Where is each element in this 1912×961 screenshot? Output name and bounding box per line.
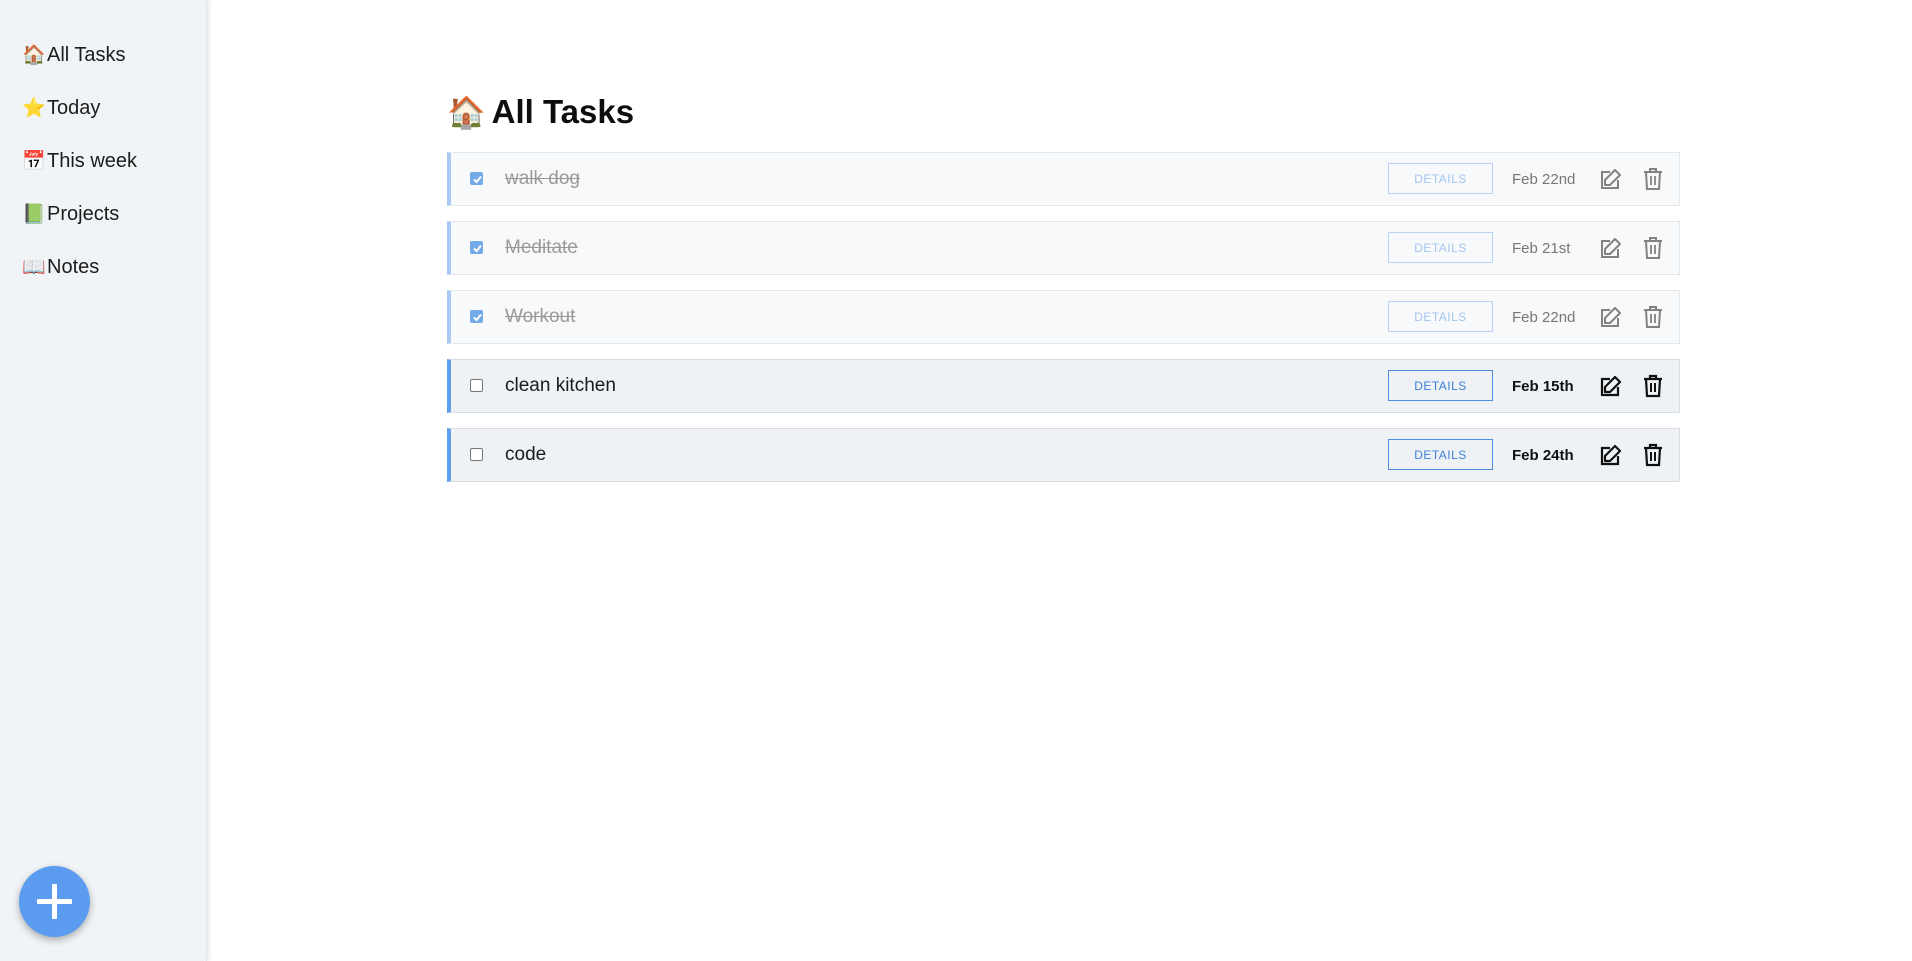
task-list: walk dog DETAILS Feb 22nd Meditate DETAI… [447, 152, 1680, 482]
sidebar-item-label: Projects [47, 203, 120, 225]
task-checkbox[interactable] [470, 310, 483, 323]
task-row: walk dog DETAILS Feb 22nd [447, 152, 1680, 206]
edit-icon[interactable] [1599, 236, 1623, 260]
green-book-icon: 📗 [22, 204, 46, 225]
edit-icon[interactable] [1599, 167, 1623, 191]
task-date: Feb 22nd [1512, 308, 1576, 326]
edit-icon[interactable] [1599, 305, 1623, 329]
open-book-icon: 📖 [22, 257, 46, 278]
sidebar-item-label: All Tasks [47, 44, 126, 66]
page-title: 🏠 All Tasks [447, 92, 1680, 132]
task-checkbox[interactable] [470, 172, 483, 185]
trash-icon[interactable] [1642, 167, 1664, 191]
sidebar-item-notes[interactable]: 📖 Notes [0, 241, 206, 294]
edit-icon[interactable] [1599, 374, 1623, 398]
sidebar-item-label: Notes [47, 256, 100, 278]
task-name: walk dog [505, 168, 580, 189]
task-checkbox[interactable] [470, 241, 483, 254]
task-checkbox[interactable] [470, 448, 483, 461]
task-date: Feb 24th [1512, 446, 1574, 464]
task-row: clean kitchen DETAILS Feb 15th [447, 359, 1680, 413]
calendar-icon: 📅 [22, 151, 46, 172]
house-icon: 🏠 [447, 94, 486, 130]
task-row: code DETAILS Feb 24th [447, 428, 1680, 482]
edit-icon[interactable] [1599, 443, 1623, 467]
sidebar-item-label: This week [47, 150, 138, 172]
star-icon: ⭐ [22, 98, 46, 119]
details-button[interactable]: DETAILS [1388, 163, 1493, 194]
task-name: Workout [505, 306, 576, 327]
task-name: Meditate [505, 237, 578, 258]
task-date: Feb 22nd [1512, 170, 1576, 188]
main-content: 🏠 All Tasks walk dog DETAILS Feb 22nd Me… [447, 0, 1680, 497]
trash-icon[interactable] [1642, 374, 1664, 398]
page-title-text: All Tasks [491, 93, 635, 130]
trash-icon[interactable] [1642, 305, 1664, 329]
check-icon [473, 175, 482, 184]
sidebar-item-all-tasks[interactable]: 🏠 All Tasks [0, 29, 206, 82]
details-button[interactable]: DETAILS [1388, 232, 1493, 263]
sidebar-nav: 🏠 All Tasks ⭐ Today 📅 This week 📗 Projec… [0, 0, 206, 294]
task-date: Feb 15th [1512, 377, 1574, 395]
add-task-button[interactable] [19, 866, 90, 937]
sidebar-item-label: Today [47, 97, 101, 119]
sidebar-item-this-week[interactable]: 📅 This week [0, 135, 206, 188]
task-name: code [505, 444, 547, 465]
sidebar-item-projects[interactable]: 📗 Projects [0, 188, 206, 241]
task-name: clean kitchen [505, 375, 616, 396]
house-icon: 🏠 [22, 45, 46, 66]
task-date: Feb 21st [1512, 239, 1571, 257]
details-button[interactable]: DETAILS [1388, 439, 1493, 470]
task-row: Workout DETAILS Feb 22nd [447, 290, 1680, 344]
sidebar-item-today[interactable]: ⭐ Today [0, 82, 206, 135]
task-checkbox[interactable] [470, 379, 483, 392]
check-icon [473, 244, 482, 253]
task-row: Meditate DETAILS Feb 21st [447, 221, 1680, 275]
details-button[interactable]: DETAILS [1388, 301, 1493, 332]
trash-icon[interactable] [1642, 236, 1664, 260]
sidebar: 🏠 All Tasks ⭐ Today 📅 This week 📗 Projec… [0, 0, 207, 961]
check-icon [473, 313, 482, 322]
trash-icon[interactable] [1642, 443, 1664, 467]
details-button[interactable]: DETAILS [1388, 370, 1493, 401]
